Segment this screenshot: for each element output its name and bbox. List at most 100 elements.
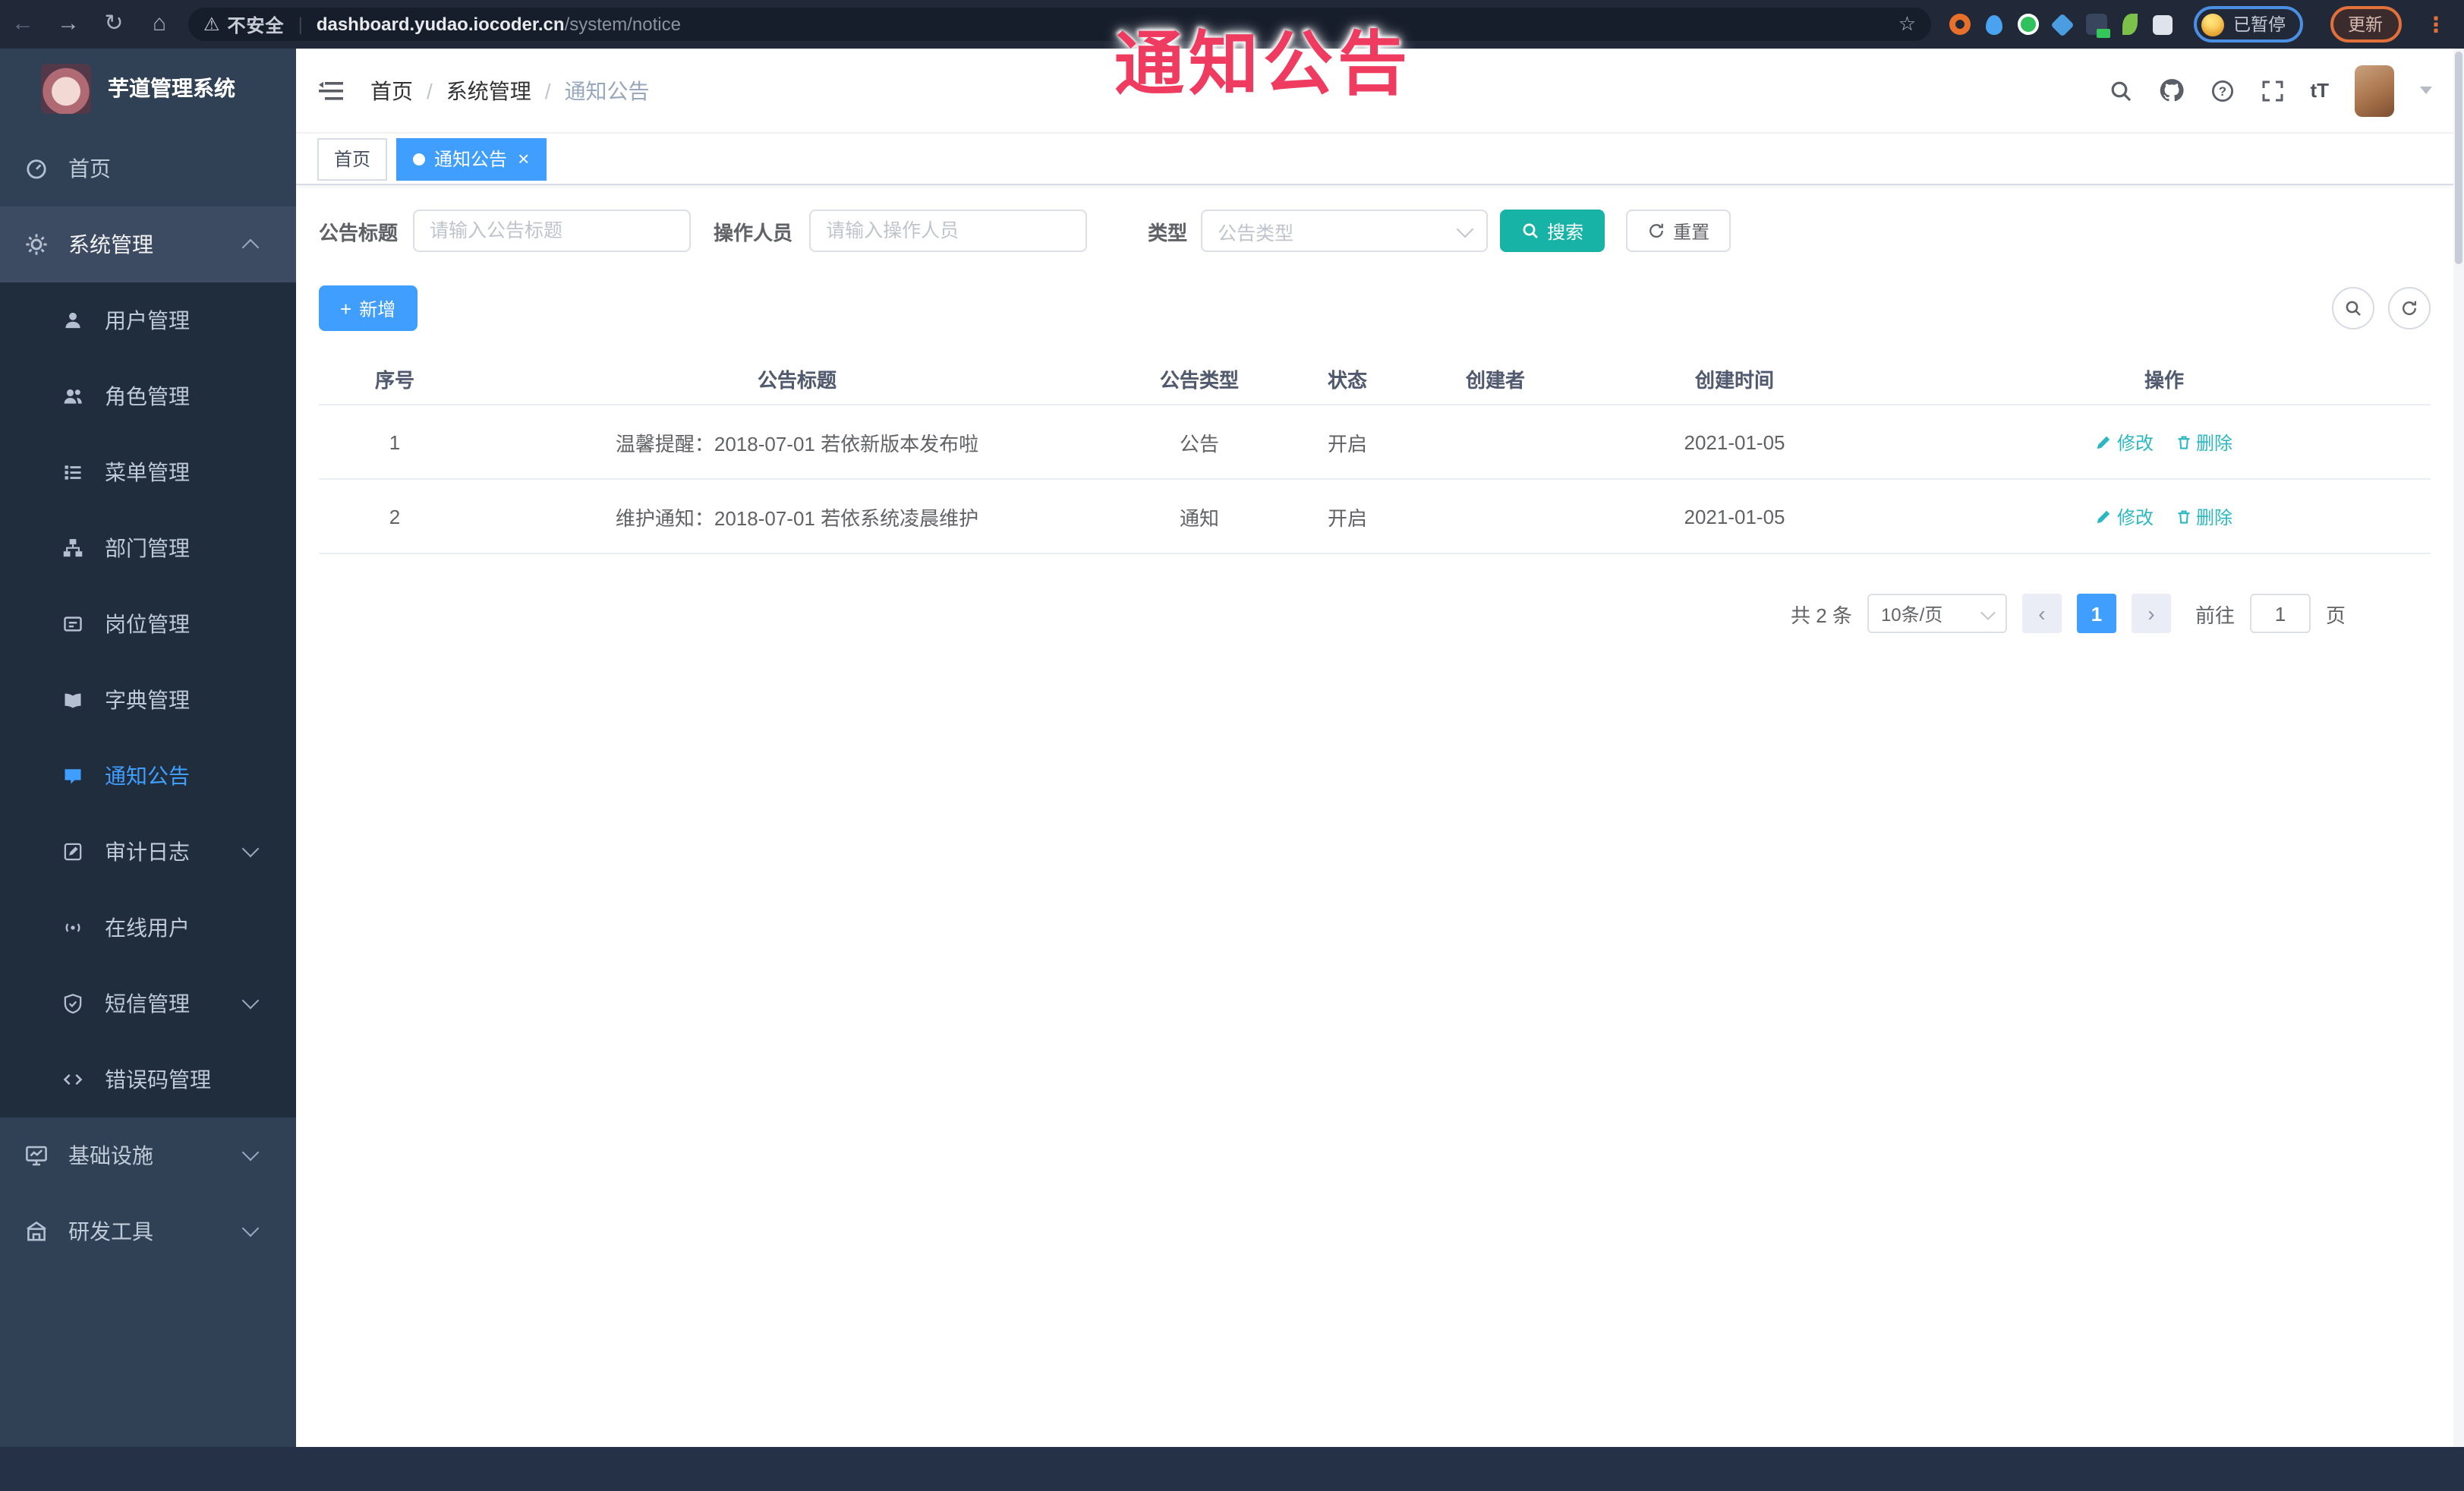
extension-on-badge-icon[interactable] — [2086, 14, 2110, 38]
operator-input[interactable] — [809, 210, 1088, 252]
paused-label: 已暂停 — [2233, 17, 2286, 35]
sidebar-item-roles[interactable]: 角色管理 — [0, 358, 296, 434]
delete-link[interactable]: 删除 — [2175, 429, 2232, 455]
pencil-icon — [2097, 509, 2111, 523]
not-secure-warning-icon: ⚠ — [203, 14, 220, 35]
chevron-down-icon — [241, 1143, 260, 1162]
tab-notice[interactable]: 通知公告 × — [396, 137, 547, 180]
browser-forward-icon[interactable]: → — [46, 0, 91, 49]
sidebar-item-label: 首页 — [68, 156, 111, 181]
navbar-actions: ? tT — [2108, 65, 2432, 116]
prev-page-button[interactable]: ‹ — [2021, 594, 2062, 633]
monitor-chart-icon — [23, 1143, 50, 1168]
next-page-button[interactable]: › — [2131, 594, 2171, 633]
sidebar-item-home[interactable]: 首页 — [0, 131, 296, 206]
extension-proxy-icon[interactable] — [2018, 14, 2039, 35]
notice-title-input[interactable] — [413, 210, 692, 252]
extension-gem-icon[interactable] — [2050, 12, 2075, 36]
tab-home[interactable]: 首页 — [317, 137, 388, 180]
sidebar-item-users[interactable]: 用户管理 — [0, 282, 296, 358]
notice-type-select[interactable]: 公告类型 — [1201, 210, 1489, 252]
notice-table: 序号 公告标题 公告类型 状态 创建者 创建时间 操作 1 温馨提醒：2018-… — [319, 352, 2431, 554]
sidebar-item-sms[interactable]: 短信管理 — [0, 966, 296, 1042]
help-icon[interactable]: ? — [2210, 78, 2234, 102]
app-logo[interactable]: 芋道管理系统 — [0, 49, 296, 128]
address-bar[interactable]: ⚠ 不安全 | dashboard.yudao.iocoder.cn/syste… — [188, 8, 1931, 41]
log-edit-icon — [59, 841, 87, 862]
browser-reload-icon[interactable]: ↻ — [91, 0, 137, 49]
search-icon[interactable] — [2108, 78, 2132, 102]
org-tree-icon — [59, 537, 87, 559]
col-header-status: 状态 — [1327, 368, 1367, 391]
pagination: 共 2 条 10条/页 ‹ 1 › 前往 页 — [319, 594, 2431, 633]
paused-extension-pill[interactable]: 已暂停 — [2194, 6, 2302, 43]
page-size-select[interactable]: 10条/页 — [1867, 594, 2007, 633]
user-avatar[interactable] — [2355, 65, 2394, 116]
search-icon — [1523, 223, 1539, 238]
refresh-table-button[interactable] — [2388, 287, 2431, 329]
sidebar-item-notice[interactable]: 通知公告 — [0, 738, 296, 814]
url-host: dashboard.yudao.iocoder.cn — [316, 14, 565, 35]
github-icon[interactable] — [2158, 77, 2184, 103]
font-size-icon[interactable]: tT — [2310, 79, 2329, 102]
col-header-time: 创建时间 — [1694, 368, 1774, 391]
sidebar-item-dictionary[interactable]: 字典管理 — [0, 662, 296, 738]
extension-drop-icon[interactable] — [1986, 14, 2002, 34]
list-icon — [59, 462, 87, 483]
sidebar-item-departments[interactable]: 部门管理 — [0, 510, 296, 586]
sidebar-item-label: 基础设施 — [68, 1143, 153, 1168]
tab-close-icon[interactable]: × — [518, 149, 529, 169]
sidebar-item-infrastructure[interactable]: 基础设施 — [0, 1117, 296, 1193]
goto-label: 前往 — [2195, 604, 2235, 626]
stage: ← → ↻ ⌂ ⚠ 不安全 | dashboard.yudao.iocoder.… — [0, 0, 2464, 1491]
browser-home-icon[interactable]: ⌂ — [137, 0, 182, 49]
avatar-caret-down-icon[interactable] — [2420, 87, 2432, 94]
cell-type: 通知 — [1179, 506, 1219, 529]
browser-back-icon[interactable]: ← — [0, 0, 46, 49]
book-icon — [59, 689, 87, 711]
hamburger-icon[interactable] — [317, 78, 345, 102]
cell-title: 温馨提醒：2018-07-01 若依新版本发布啦 — [615, 432, 979, 455]
page-number-button[interactable]: 1 — [2076, 594, 2116, 633]
tab-label: 通知公告 — [434, 149, 508, 170]
breadcrumb-system[interactable]: 系统管理 — [446, 75, 531, 106]
sidebar-item-system[interactable]: 系统管理 — [0, 206, 296, 282]
screen: ← → ↻ ⌂ ⚠ 不安全 | dashboard.yudao.iocoder.… — [0, 0, 2464, 1491]
sidebar-item-online-users[interactable]: 在线用户 — [0, 890, 296, 966]
tags-view-bar: 首页 通知公告 × — [296, 132, 2453, 185]
sidebar-item-label: 菜单管理 — [105, 460, 190, 484]
sidebar-item-audit-log[interactable]: 审计日志 — [0, 814, 296, 890]
table-row[interactable]: 1 温馨提醒：2018-07-01 若依新版本发布啦 公告 开启 2021-01… — [319, 405, 2431, 480]
chevron-down-icon — [241, 1219, 260, 1237]
sidebar-item-error-codes[interactable]: 错误码管理 — [0, 1042, 296, 1117]
code-icon — [59, 1069, 87, 1090]
extension-adblock-icon[interactable] — [1949, 14, 1971, 35]
edit-label: 修改 — [2116, 506, 2154, 528]
security-label: 不安全 — [227, 14, 285, 36]
extension-leaf-icon[interactable] — [2122, 14, 2138, 35]
bookmark-star-icon[interactable]: ☆ — [1898, 12, 1916, 36]
reset-button[interactable]: 重置 — [1626, 210, 1731, 252]
browser-update-button[interactable]: 更新 — [2330, 6, 2401, 43]
delete-link[interactable]: 删除 — [2175, 503, 2232, 529]
scrollbar-thumb[interactable] — [2455, 52, 2462, 264]
cell-status: 开启 — [1327, 432, 1367, 455]
add-button[interactable]: + 新增 — [319, 285, 417, 331]
browser-menu-icon[interactable]: ⋮ — [2425, 11, 2447, 37]
sidebar-item-label: 字典管理 — [105, 688, 190, 712]
edit-link[interactable]: 修改 — [2096, 429, 2154, 455]
search-button[interactable]: 搜索 — [1500, 210, 1605, 252]
toggle-search-button[interactable] — [2332, 287, 2374, 329]
page-size-value: 10条/页 — [1880, 604, 1943, 625]
table-row[interactable]: 2 维护通知：2018-07-01 若依系统凌晨维护 通知 开启 2021-01… — [319, 480, 2431, 554]
goto-page-input[interactable] — [2249, 594, 2311, 633]
edit-link[interactable]: 修改 — [2096, 503, 2154, 529]
sidebar-item-posts[interactable]: 岗位管理 — [0, 586, 296, 662]
sidebar-item-dev-tools[interactable]: 研发工具 — [0, 1193, 296, 1269]
extensions-puzzle-icon[interactable] — [2153, 14, 2173, 34]
fullscreen-icon[interactable] — [2260, 78, 2284, 102]
select-placeholder: 公告类型 — [1218, 222, 1294, 244]
breadcrumb-home[interactable]: 首页 — [370, 75, 413, 106]
page-scrollbar[interactable] — [2453, 49, 2464, 1447]
sidebar-item-menus[interactable]: 菜单管理 — [0, 434, 296, 510]
